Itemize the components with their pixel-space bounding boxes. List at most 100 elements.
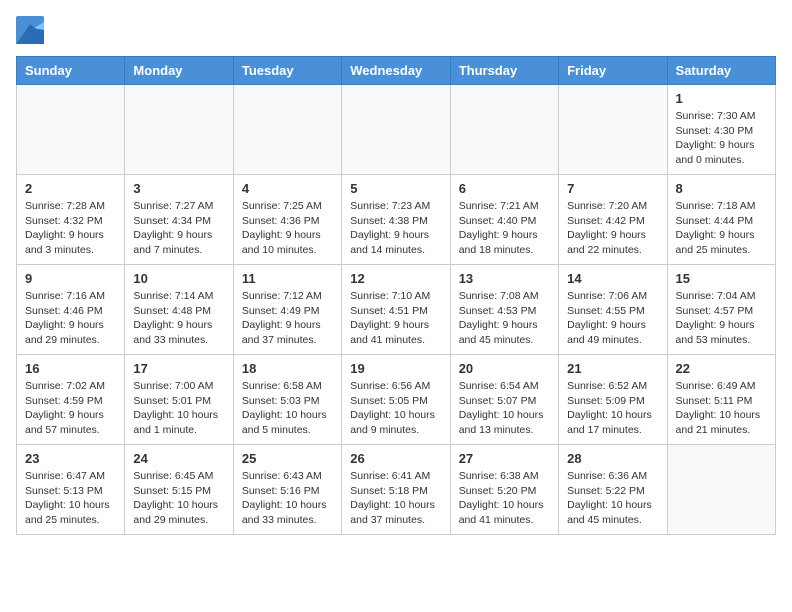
day-number: 28: [567, 451, 658, 466]
weekday-header-thursday: Thursday: [450, 57, 558, 85]
day-info: Sunrise: 7:28 AM Sunset: 4:32 PM Dayligh…: [25, 199, 116, 258]
day-number: 21: [567, 361, 658, 376]
calendar-day: 3 Sunrise: 7:27 AM Sunset: 4:34 PM Daylig…: [125, 175, 233, 265]
weekday-header-monday: Monday: [125, 57, 233, 85]
day-info: Sunrise: 6:36 AM Sunset: 5:22 PM Dayligh…: [567, 469, 658, 528]
day-info: Sunrise: 6:45 AM Sunset: 5:15 PM Dayligh…: [133, 469, 224, 528]
day-number: 25: [242, 451, 333, 466]
day-number: 27: [459, 451, 550, 466]
calendar-day: 25 Sunrise: 6:43 AM Sunset: 5:16 PM Dayli…: [233, 445, 341, 535]
calendar-day: 10 Sunrise: 7:14 AM Sunset: 4:48 PM Dayli…: [125, 265, 233, 355]
day-info: Sunrise: 7:23 AM Sunset: 4:38 PM Dayligh…: [350, 199, 441, 258]
calendar-day: 16Sunrise: 7:02 AM Sunset: 4:59 PM Dayli…: [17, 355, 125, 445]
calendar-day: 20 Sunrise: 6:54 AM Sunset: 5:07 PM Dayli…: [450, 355, 558, 445]
day-number: 3: [133, 181, 224, 196]
calendar-day: [450, 85, 558, 175]
calendar-week-row: 16Sunrise: 7:02 AM Sunset: 4:59 PM Dayli…: [17, 355, 776, 445]
logo: [16, 16, 50, 44]
day-info: Sunrise: 7:25 AM Sunset: 4:36 PM Dayligh…: [242, 199, 333, 258]
calendar-day: 26 Sunrise: 6:41 AM Sunset: 5:18 PM Dayli…: [342, 445, 450, 535]
weekday-header-sunday: Sunday: [17, 57, 125, 85]
day-info: Sunrise: 6:58 AM Sunset: 5:03 PM Dayligh…: [242, 379, 333, 438]
calendar-week-row: 23Sunrise: 6:47 AM Sunset: 5:13 PM Dayli…: [17, 445, 776, 535]
calendar-day: 15 Sunrise: 7:04 AM Sunset: 4:57 PM Dayli…: [667, 265, 775, 355]
day-number: 10: [133, 271, 224, 286]
day-info: Sunrise: 7:27 AM Sunset: 4:34 PM Dayligh…: [133, 199, 224, 258]
calendar-day: 18 Sunrise: 6:58 AM Sunset: 5:03 PM Dayli…: [233, 355, 341, 445]
day-info: Sunrise: 7:21 AM Sunset: 4:40 PM Dayligh…: [459, 199, 550, 258]
calendar-day: 5Sunrise: 7:23 AM Sunset: 4:38 PM Daylig…: [342, 175, 450, 265]
day-number: 7: [567, 181, 658, 196]
weekday-header-saturday: Saturday: [667, 57, 775, 85]
calendar-day: 13 Sunrise: 7:08 AM Sunset: 4:53 PM Dayli…: [450, 265, 558, 355]
calendar-day: 21 Sunrise: 6:52 AM Sunset: 5:09 PM Dayli…: [559, 355, 667, 445]
day-info: Sunrise: 6:43 AM Sunset: 5:16 PM Dayligh…: [242, 469, 333, 528]
day-number: 22: [676, 361, 767, 376]
calendar-day: [125, 85, 233, 175]
calendar-table: SundayMondayTuesdayWednesdayThursdayFrid…: [16, 56, 776, 535]
calendar-day: 8 Sunrise: 7:18 AM Sunset: 4:44 PM Daylig…: [667, 175, 775, 265]
calendar-day: 27 Sunrise: 6:38 AM Sunset: 5:20 PM Dayli…: [450, 445, 558, 535]
calendar-day: 7 Sunrise: 7:20 AM Sunset: 4:42 PM Daylig…: [559, 175, 667, 265]
weekday-header-tuesday: Tuesday: [233, 57, 341, 85]
day-number: 13: [459, 271, 550, 286]
day-number: 15: [676, 271, 767, 286]
day-info: Sunrise: 7:08 AM Sunset: 4:53 PM Dayligh…: [459, 289, 550, 348]
calendar-day: 2 Sunrise: 7:28 AM Sunset: 4:32 PM Daylig…: [17, 175, 125, 265]
day-number: 20: [459, 361, 550, 376]
day-info: Sunrise: 6:56 AM Sunset: 5:05 PM Dayligh…: [350, 379, 441, 438]
calendar-day: 19 Sunrise: 6:56 AM Sunset: 5:05 PM Dayli…: [342, 355, 450, 445]
calendar-day: 24Sunrise: 6:45 AM Sunset: 5:15 PM Dayli…: [125, 445, 233, 535]
calendar-week-row: 9 Sunrise: 7:16 AM Sunset: 4:46 PM Daylig…: [17, 265, 776, 355]
calendar-day: [559, 85, 667, 175]
day-info: Sunrise: 7:06 AM Sunset: 4:55 PM Dayligh…: [567, 289, 658, 348]
day-info: Sunrise: 7:14 AM Sunset: 4:48 PM Dayligh…: [133, 289, 224, 348]
day-number: 17: [133, 361, 224, 376]
day-info: Sunrise: 6:52 AM Sunset: 5:09 PM Dayligh…: [567, 379, 658, 438]
calendar-day: [342, 85, 450, 175]
day-number: 6: [459, 181, 550, 196]
calendar-day: 28 Sunrise: 6:36 AM Sunset: 5:22 PM Dayli…: [559, 445, 667, 535]
day-info: Sunrise: 7:16 AM Sunset: 4:46 PM Dayligh…: [25, 289, 116, 348]
day-number: 26: [350, 451, 441, 466]
day-number: 8: [676, 181, 767, 196]
day-info: Sunrise: 7:04 AM Sunset: 4:57 PM Dayligh…: [676, 289, 767, 348]
calendar-day: 23Sunrise: 6:47 AM Sunset: 5:13 PM Dayli…: [17, 445, 125, 535]
calendar-week-row: 2 Sunrise: 7:28 AM Sunset: 4:32 PM Daylig…: [17, 175, 776, 265]
calendar-day: [233, 85, 341, 175]
calendar-day: 17 Sunrise: 7:00 AM Sunset: 5:01 PM Dayli…: [125, 355, 233, 445]
calendar-day: 9 Sunrise: 7:16 AM Sunset: 4:46 PM Daylig…: [17, 265, 125, 355]
calendar-day: 1Sunrise: 7:30 AM Sunset: 4:30 PM Daylig…: [667, 85, 775, 175]
calendar-day: [17, 85, 125, 175]
day-info: Sunrise: 7:10 AM Sunset: 4:51 PM Dayligh…: [350, 289, 441, 348]
day-number: 4: [242, 181, 333, 196]
day-info: Sunrise: 7:02 AM Sunset: 4:59 PM Dayligh…: [25, 379, 116, 438]
day-number: 14: [567, 271, 658, 286]
day-info: Sunrise: 7:00 AM Sunset: 5:01 PM Dayligh…: [133, 379, 224, 438]
day-info: Sunrise: 6:54 AM Sunset: 5:07 PM Dayligh…: [459, 379, 550, 438]
day-number: 19: [350, 361, 441, 376]
calendar-week-row: 1Sunrise: 7:30 AM Sunset: 4:30 PM Daylig…: [17, 85, 776, 175]
calendar-day: 22 Sunrise: 6:49 AM Sunset: 5:11 PM Dayli…: [667, 355, 775, 445]
calendar-day: 14 Sunrise: 7:06 AM Sunset: 4:55 PM Dayli…: [559, 265, 667, 355]
day-info: Sunrise: 7:18 AM Sunset: 4:44 PM Dayligh…: [676, 199, 767, 258]
day-info: Sunrise: 7:20 AM Sunset: 4:42 PM Dayligh…: [567, 199, 658, 258]
weekday-header-friday: Friday: [559, 57, 667, 85]
calendar-day: [667, 445, 775, 535]
day-info: Sunrise: 6:49 AM Sunset: 5:11 PM Dayligh…: [676, 379, 767, 438]
calendar-day: 6 Sunrise: 7:21 AM Sunset: 4:40 PM Daylig…: [450, 175, 558, 265]
calendar-day: 12Sunrise: 7:10 AM Sunset: 4:51 PM Dayli…: [342, 265, 450, 355]
day-info: Sunrise: 6:38 AM Sunset: 5:20 PM Dayligh…: [459, 469, 550, 528]
day-info: Sunrise: 7:12 AM Sunset: 4:49 PM Dayligh…: [242, 289, 333, 348]
day-number: 11: [242, 271, 333, 286]
calendar-day: 11 Sunrise: 7:12 AM Sunset: 4:49 PM Dayli…: [233, 265, 341, 355]
weekday-header-wednesday: Wednesday: [342, 57, 450, 85]
logo-icon: [16, 16, 44, 44]
weekday-header-row: SundayMondayTuesdayWednesdayThursdayFrid…: [17, 57, 776, 85]
day-number: 9: [25, 271, 116, 286]
day-info: Sunrise: 6:41 AM Sunset: 5:18 PM Dayligh…: [350, 469, 441, 528]
day-info: Sunrise: 7:30 AM Sunset: 4:30 PM Dayligh…: [676, 109, 767, 168]
page-header: [16, 16, 776, 44]
day-number: 18: [242, 361, 333, 376]
day-number: 2: [25, 181, 116, 196]
